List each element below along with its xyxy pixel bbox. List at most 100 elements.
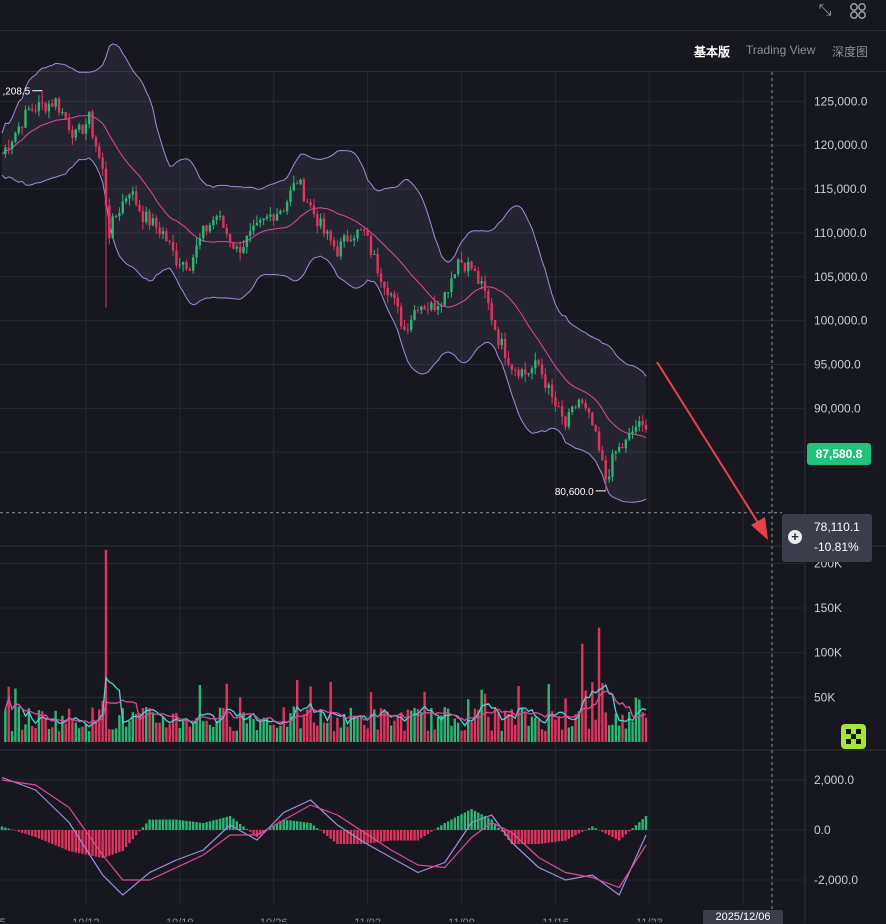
macd-histogram-bar (430, 830, 433, 832)
macd-histogram-bar (342, 830, 346, 844)
macd-histogram-bar (27, 830, 31, 835)
volume-bar (67, 708, 71, 742)
macd-histogram-bar (420, 830, 423, 839)
macd-histogram-bar (624, 830, 628, 835)
macd-histogram-bar (567, 830, 571, 839)
candle-body (81, 124, 84, 134)
macd-histogram-bar (114, 830, 118, 854)
crosshair-price-tag: + 78,110.1 -10.81% (782, 514, 872, 562)
macd-histogram-bar (611, 830, 614, 837)
macd-histogram-bar (302, 822, 306, 830)
candle-body (577, 399, 581, 408)
volume-bar (342, 714, 346, 742)
volume-bar (349, 707, 353, 742)
candle-body (191, 257, 195, 271)
candle-body (634, 426, 638, 432)
candle-body (497, 329, 500, 345)
candle-body (235, 246, 238, 249)
candle-body (319, 218, 322, 227)
candle-body (312, 205, 316, 215)
volume-bar (279, 725, 282, 742)
volume-bar (61, 715, 64, 742)
volume-bar (433, 729, 436, 742)
macd-histogram-bar (316, 828, 319, 830)
brand-logo-button[interactable] (841, 724, 866, 749)
candle-body (456, 259, 460, 275)
candle-body (44, 103, 47, 112)
candle-body (212, 219, 215, 226)
macd-histogram-bar (534, 830, 537, 844)
macd-histogram-bar (71, 830, 74, 852)
volume-bar (249, 715, 252, 742)
macd-histogram-bar (10, 829, 14, 831)
candle-body (24, 109, 27, 128)
x-tick-label: 11/09 (448, 917, 475, 922)
candle-body (571, 406, 574, 412)
volume-bar (571, 726, 574, 742)
price-axis-label: 110,000.0 (814, 226, 867, 240)
macd-histogram-bar (134, 830, 138, 836)
macd-histogram-bar (443, 823, 446, 830)
candle-body (433, 302, 436, 310)
add-alert-plus-icon[interactable]: + (788, 530, 802, 544)
candle-body (473, 268, 477, 271)
volume-bar (198, 685, 202, 742)
macd-histogram-bar (490, 819, 493, 830)
candle-body (349, 240, 353, 242)
x-tick-label: 10/19 (166, 917, 194, 922)
volume-bar (134, 713, 138, 742)
macd-histogram-bar (634, 825, 638, 830)
macd-histogram-bar (222, 817, 225, 830)
candle-body (195, 245, 198, 258)
volume-bar (631, 721, 634, 742)
candle-body (71, 129, 74, 138)
volume-bar (232, 730, 235, 742)
volume-bar (299, 728, 302, 742)
volume-bar (118, 715, 121, 742)
volume-bar (4, 709, 7, 742)
x-tick-label: 10/12 (72, 917, 100, 922)
macd-histogram-bar (155, 819, 158, 830)
candle-body (175, 250, 178, 265)
macd-histogram-bar (4, 827, 7, 830)
candle-body (480, 280, 483, 284)
macd-histogram-bar (604, 830, 607, 834)
volume-bar (124, 726, 128, 742)
volume-bar (114, 728, 118, 742)
candle-body (581, 399, 584, 404)
macd-axis-label: -2,000.0 (814, 873, 858, 887)
macd-histogram-bar (161, 819, 165, 830)
candle-body (10, 141, 14, 150)
candle-body (436, 306, 440, 310)
macd-histogram-bar (564, 830, 567, 841)
macd-histogram-bar (641, 819, 644, 830)
candle-body (265, 216, 269, 219)
candle-body (168, 241, 171, 243)
volume-bar (295, 680, 299, 742)
candle-body (450, 278, 453, 293)
candle-body (225, 227, 228, 234)
candle-body (564, 416, 567, 427)
volume-bar (7, 686, 10, 742)
volume-bar (524, 712, 527, 742)
candle-body (470, 261, 473, 269)
macd-histogram-bar (178, 819, 181, 830)
macd-histogram-bar (202, 823, 205, 830)
candle-body (124, 198, 128, 202)
volume-bar (487, 716, 490, 742)
macd-histogram-bar (37, 830, 41, 839)
volume-bar (473, 708, 477, 742)
x-tick-label: 10/26 (260, 917, 288, 922)
chart-canvas[interactable]: 10/05 10/12 10/19 10/26 11/02 11/09 11/16 11/23… (0, 0, 886, 922)
candle-body (141, 211, 145, 223)
macd-histogram-bar (0, 826, 4, 830)
macd-histogram-bar (406, 830, 410, 841)
candle-body (242, 247, 245, 253)
candle-body (399, 306, 403, 327)
volume-bar (540, 729, 544, 742)
macd-histogram-bar (571, 830, 574, 837)
volume-bar (275, 727, 279, 742)
volume-axis-label: 100K (814, 646, 842, 660)
macd-histogram-bar (628, 830, 631, 832)
candle-body (339, 241, 342, 257)
